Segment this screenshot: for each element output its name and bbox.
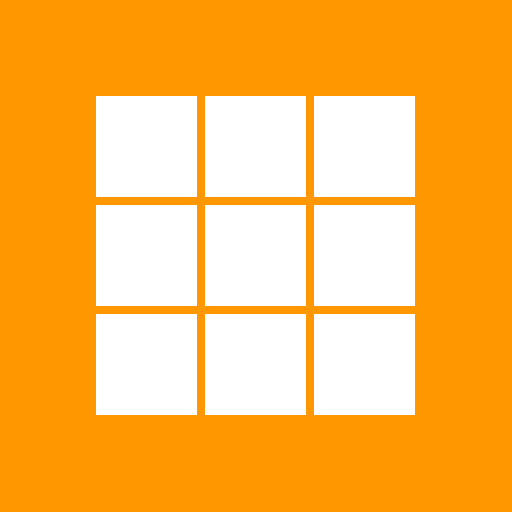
grid-tile (314, 314, 415, 415)
grid-tile (205, 314, 306, 415)
grid-tile (96, 205, 197, 306)
grid-tile (314, 205, 415, 306)
grid-tile (96, 96, 197, 197)
grid-tile (314, 96, 415, 197)
grid-tile (96, 314, 197, 415)
app-icon-canvas (0, 0, 512, 512)
grid-icon (96, 96, 416, 416)
grid-tile (205, 96, 306, 197)
grid-tile (205, 205, 306, 306)
